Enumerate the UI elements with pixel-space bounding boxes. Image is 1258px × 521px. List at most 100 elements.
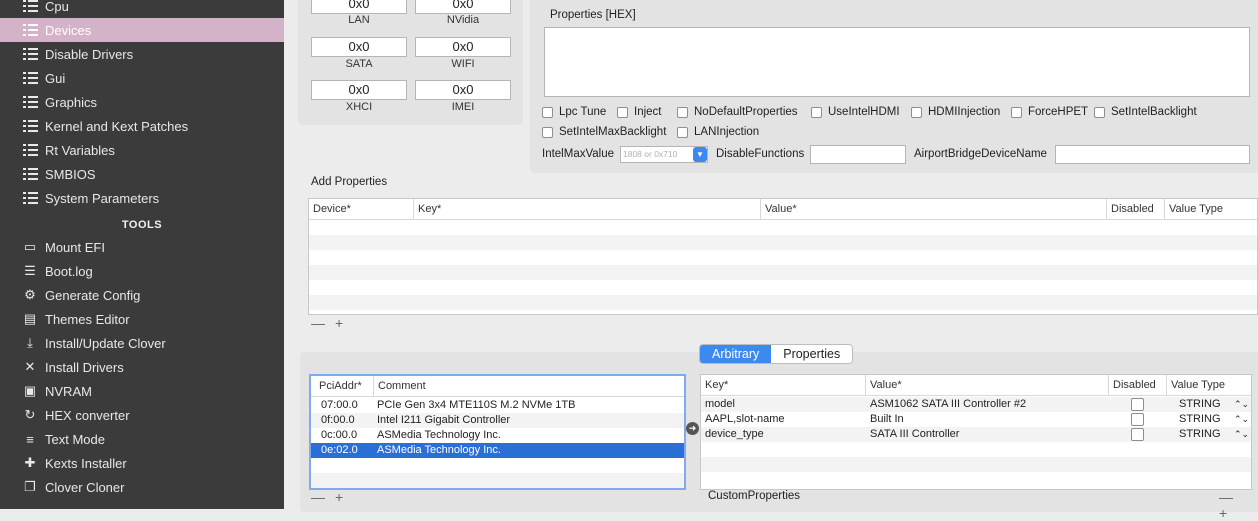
tool-item-boot-log[interactable]: ☰ Boot.log xyxy=(0,259,284,283)
sidebar-item-rt-variables[interactable]: Rt Variables xyxy=(0,138,284,162)
tool-item-clover-cloner[interactable]: ❐ Clover Cloner xyxy=(0,475,284,499)
checkbox-forcehpet[interactable]: ForceHPET xyxy=(1011,106,1088,118)
tool-item-install-drivers[interactable]: ✕ Install Drivers xyxy=(0,355,284,379)
checkbox-setintelmaxbacklight[interactable]: SetIntelMaxBacklight xyxy=(542,126,666,138)
checkbox-box[interactable] xyxy=(811,106,822,118)
checkbox-box[interactable] xyxy=(677,126,688,138)
checkbox-inject[interactable]: Inject xyxy=(617,106,662,118)
add-row-button[interactable]: + xyxy=(335,315,353,331)
segment-properties[interactable]: Properties xyxy=(771,345,853,363)
stepper-icon[interactable]: ⌃⌄ xyxy=(1234,412,1249,427)
list-icon xyxy=(22,70,38,86)
remove-row-button[interactable]: — xyxy=(311,315,335,331)
column-key[interactable]: Key* xyxy=(701,375,866,396)
pci-comment-cell: Intel I211 Gigabit Controller xyxy=(377,414,511,426)
key-cell[interactable]: device_type xyxy=(705,427,764,442)
tool-item-hex-converter[interactable]: ↻ HEX converter xyxy=(0,403,284,427)
checkbox-useintelhdmi[interactable]: UseIntelHDMI xyxy=(811,106,900,118)
sidebar-item-disable-drivers[interactable]: Disable Drivers xyxy=(0,42,284,66)
checkbox-box[interactable] xyxy=(542,106,553,118)
fake-id-nvidia-field[interactable]: 0x0 xyxy=(415,0,511,14)
sidebar-item-gui[interactable]: Gui xyxy=(0,66,284,90)
table-row[interactable]: device_type SATA III Controller STRING ⌃⌄ xyxy=(701,427,1251,442)
remove-pci-button[interactable]: — xyxy=(311,489,335,505)
fake-id-lan-field[interactable]: 0x0 xyxy=(311,0,407,14)
sidebar-item-graphics[interactable]: Graphics xyxy=(0,90,284,114)
airport-bridge-field[interactable] xyxy=(1055,145,1250,164)
table-row xyxy=(311,458,684,473)
add-properties-table[interactable]: Device* Key* Value* Disabled Value Type xyxy=(308,198,1258,315)
checkbox-lpc tune[interactable]: Lpc Tune xyxy=(542,106,606,118)
tool-item-generate-config[interactable]: ⚙ Generate Config xyxy=(0,283,284,307)
fake-id-wifi-field[interactable]: 0x0 xyxy=(415,37,511,57)
table-row[interactable]: model ASM1062 SATA III Controller #2 STRIN… xyxy=(701,397,1251,412)
tool-item-install-update-clover[interactable]: ⤓ Install/Update Clover xyxy=(0,331,284,355)
column-value[interactable]: Value* xyxy=(866,375,1109,396)
value-cell[interactable]: ASM1062 SATA III Controller #2 xyxy=(870,397,1026,412)
column-disabled[interactable]: Disabled xyxy=(1107,199,1165,220)
checkbox-box[interactable] xyxy=(911,106,922,118)
column-disabled[interactable]: Disabled xyxy=(1109,375,1167,396)
intel-max-value-field[interactable]: 1808 or 0x710 ▼ xyxy=(620,146,708,163)
remove-custom-button[interactable]: — xyxy=(1219,489,1243,505)
disabled-checkbox[interactable] xyxy=(1131,398,1144,411)
sidebar-item-cpu[interactable]: Cpu xyxy=(0,0,284,18)
checkbox-box[interactable] xyxy=(1011,106,1022,118)
fake-id-xhci-field[interactable]: 0x0 xyxy=(311,80,407,100)
checkbox-box[interactable] xyxy=(1094,106,1105,118)
value-cell[interactable]: SATA III Controller xyxy=(870,427,959,442)
tool-item-mount-efi[interactable]: ▭ Mount EFI xyxy=(0,235,284,259)
key-cell[interactable]: AAPL,slot-name xyxy=(705,412,784,427)
properties-hex-textarea[interactable] xyxy=(544,27,1250,97)
tool-item-themes-editor[interactable]: ▤ Themes Editor xyxy=(0,307,284,331)
tool-item-nvram[interactable]: ▣ NVRAM xyxy=(0,379,284,403)
value-type-cell[interactable]: STRING xyxy=(1179,427,1221,442)
fake-id-sata-field[interactable]: 0x0 xyxy=(311,37,407,57)
disabled-checkbox[interactable] xyxy=(1131,428,1144,441)
table-row[interactable]: 0f:00.0 Intel I211 Gigabit Controller xyxy=(311,413,684,428)
add-custom-button[interactable]: + xyxy=(1219,505,1237,521)
column-value-type[interactable]: Value Type xyxy=(1165,199,1257,220)
table-row[interactable]: 0e:02.0 ASMedia Technology Inc. xyxy=(311,443,684,458)
table-row xyxy=(701,457,1251,472)
custom-properties-table[interactable]: Key* Value* Disabled Value Type model ASM… xyxy=(700,374,1252,490)
pci-address-table[interactable]: PciAddr* Comment 07:00.0 PCIe Gen 3x4 MTE… xyxy=(309,374,686,490)
column-value-type[interactable]: Value Type xyxy=(1167,375,1251,396)
intel-max-value-dropdown-button[interactable]: ▼ xyxy=(693,147,707,162)
column-value[interactable]: Value* xyxy=(761,199,1107,220)
value-type-cell[interactable]: STRING xyxy=(1179,397,1221,412)
checkbox-nodefaultproperties[interactable]: NoDefaultProperties xyxy=(677,106,798,118)
sidebar-item-kernel-and-kext-patches[interactable]: Kernel and Kext Patches xyxy=(0,114,284,138)
checkbox-setintelbacklight[interactable]: SetIntelBacklight xyxy=(1094,106,1197,118)
column-comment[interactable]: Comment xyxy=(374,376,684,397)
sidebar-item-smbios[interactable]: SMBIOS xyxy=(0,162,284,186)
tool-item-kexts-installer[interactable]: ✚ Kexts Installer xyxy=(0,451,284,475)
stepper-icon[interactable]: ⌃⌄ xyxy=(1234,427,1249,442)
checkbox-box[interactable] xyxy=(542,126,553,138)
add-pci-button[interactable]: + xyxy=(335,489,353,505)
disabled-checkbox[interactable] xyxy=(1131,413,1144,426)
disable-functions-field[interactable] xyxy=(810,145,906,164)
stepper-icon[interactable]: ⌃⌄ xyxy=(1234,397,1249,412)
mode-segmented-control[interactable]: Arbitrary Properties xyxy=(699,344,854,364)
sidebar-item-system-parameters[interactable]: System Parameters xyxy=(0,186,284,210)
checkbox-box[interactable] xyxy=(617,106,628,118)
tool-item-label: Generate Config xyxy=(45,287,141,303)
column-device[interactable]: Device* xyxy=(309,199,414,220)
column-key[interactable]: Key* xyxy=(414,199,761,220)
checkbox-box[interactable] xyxy=(677,106,688,118)
tool-item-text-mode[interactable]: ≡ Text Mode xyxy=(0,427,284,451)
fake-id-imei-field[interactable]: 0x0 xyxy=(415,80,511,100)
table-row[interactable]: AAPL,slot-name Built In STRING ⌃⌄ xyxy=(701,412,1251,427)
sidebar-item-devices[interactable]: Devices xyxy=(0,18,284,42)
checkbox-laninjection[interactable]: LANInjection xyxy=(677,126,759,138)
value-cell[interactable]: Built In xyxy=(870,412,904,427)
table-row[interactable]: 07:00.0 PCIe Gen 3x4 MTE110S M.2 NVMe 1TB xyxy=(311,398,684,413)
value-type-cell[interactable]: STRING xyxy=(1179,412,1221,427)
table-row[interactable]: 0c:00.0 ASMedia Technology Inc. xyxy=(311,428,684,443)
key-cell[interactable]: model xyxy=(705,397,735,412)
column-pciaddr[interactable]: PciAddr* xyxy=(311,376,374,397)
sidebar-item-label: Kernel and Kext Patches xyxy=(45,118,189,134)
segment-arbitrary[interactable]: Arbitrary xyxy=(700,345,772,363)
checkbox-hdmiinjection[interactable]: HDMIInjection xyxy=(911,106,1000,118)
